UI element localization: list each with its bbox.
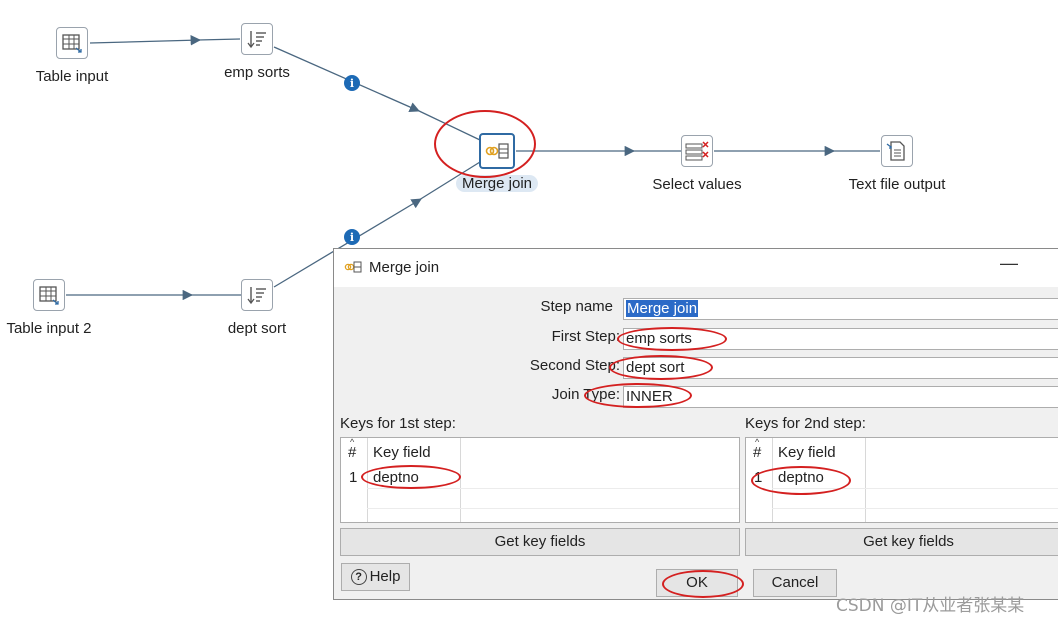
first-step-select[interactable]: emp sorts [623,328,1058,350]
step-label: Select values [652,176,742,193]
get-key-fields-1-button[interactable]: Get key fields [340,528,740,556]
keys-1st-step-table[interactable]: ^ # Key field 1 deptno [340,437,740,523]
step-label: Merge join [455,175,539,192]
get-key-fields-2-button[interactable]: Get key fields [745,528,1058,556]
dialog-title: Merge join [369,259,440,276]
info-icon[interactable]: i [344,229,360,245]
table-row-number: 1 [754,469,763,486]
second-step-select[interactable]: dept sort [623,357,1058,379]
merge-join-dialog: Merge join — Step name Merge join First … [333,248,1058,600]
cancel-button[interactable]: Cancel [753,569,837,597]
step-name-input[interactable]: Merge join [623,298,1058,320]
info-icon[interactable]: i [344,75,360,91]
step-name-label: Step name [540,298,613,315]
column-header-key-field[interactable]: Key field [373,444,431,461]
step-label: emp sorts [224,64,290,81]
help-button[interactable]: ? Help [341,563,410,591]
sort-rows-icon [241,279,273,311]
table-cell-key-field[interactable]: deptno [373,469,419,486]
step-label: Table input [35,68,109,85]
table-row-number: 1 [349,469,358,486]
row-divider [367,508,739,509]
merge-join-icon [344,260,362,279]
row-divider [367,488,739,489]
join-type-select[interactable]: INNER [623,386,1058,408]
step-label: Text file output [848,176,946,193]
hop-table-input-to-emp-sorts[interactable] [89,35,202,46]
help-label: Help [369,568,401,585]
row-divider [772,508,1058,509]
table-cell-key-field[interactable]: deptno [778,469,824,486]
step-name-value: Merge join [626,300,699,317]
minimize-button[interactable]: — [999,253,1019,274]
column-header-number[interactable]: # [753,444,761,461]
hop-table-input-to-emp-sorts-tail [197,38,241,41]
merge-join-icon [479,133,515,169]
watermark: CSDN @IT从业者张某某 [836,596,1025,616]
sort-rows-icon [241,23,273,55]
help-icon: ? [350,569,367,585]
dialog-titlebar: Merge join — [334,249,1058,287]
second-step-label: Second Step: [529,357,620,374]
step-label: Table input 2 [6,320,92,337]
table-input-icon [33,279,65,311]
table-input-icon [56,27,88,59]
keys-1st-step-label: Keys for 1st step: [340,415,456,432]
join-type-label: Join Type: [551,386,620,403]
column-header-number[interactable]: # [348,444,356,461]
select-values-icon [681,135,713,167]
keys-2nd-step-table[interactable]: ^ # Key field 1 deptno [745,437,1058,523]
keys-2nd-step-label: Keys for 2nd step: [745,415,866,432]
row-divider [772,488,1058,489]
ok-button[interactable]: OK [656,569,738,597]
step-label: dept sort [227,320,287,337]
first-step-label: First Step: [551,328,620,345]
hop-emp-sorts-to-merge-join-tail [416,109,481,141]
column-header-key-field[interactable]: Key field [778,444,836,461]
text-file-output-icon [881,135,913,167]
